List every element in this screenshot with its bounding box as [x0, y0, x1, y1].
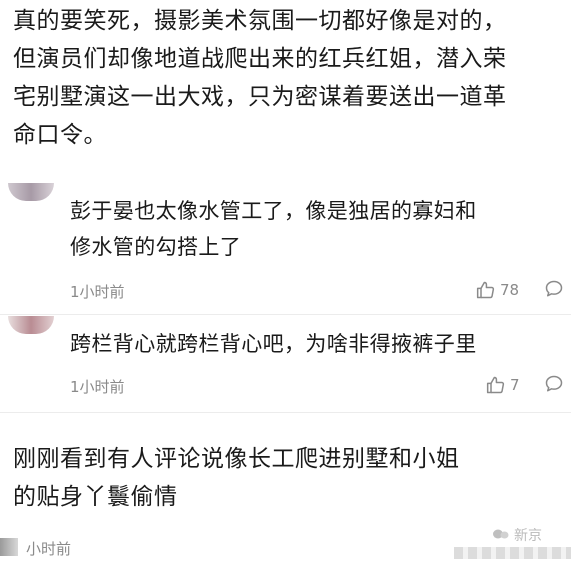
comment-1-like-count: 78: [500, 281, 520, 299]
watermark-bar: [454, 547, 571, 559]
comment-1-divider: [0, 314, 571, 315]
bottom-post-avatar-fragment: [0, 538, 18, 556]
comment-1-like-button[interactable]: 78: [476, 278, 519, 302]
comment-1-reply-button[interactable]: [544, 279, 564, 299]
comment-2-divider: [0, 412, 571, 413]
chat-bubble-icon: [545, 280, 563, 297]
watermark: 新京: [454, 525, 571, 565]
chat-bubble-icon: [545, 375, 563, 392]
comment-2-avatar[interactable]: [8, 316, 54, 334]
thumb-up-icon: [486, 376, 505, 394]
bottom-post-text: 刚刚看到有人评论说像长工爬进别墅和小姐 的贴身丫鬟偷情: [13, 446, 460, 510]
watermark-text: 新京: [514, 528, 542, 544]
comment-1-text: 彭于晏也太像水管工了，像是独居的寡妇和 修水管的勾搭上了: [70, 199, 477, 259]
comment-2-like-count: 7: [510, 376, 520, 394]
watermark-logo-icon: [493, 529, 509, 539]
bottom-post-time: 小时前: [26, 540, 72, 558]
comment-1-avatar[interactable]: [8, 183, 54, 201]
comment-2-text: 跨栏背心就跨栏背心吧，为啥非得掖裤子里: [70, 332, 477, 356]
thumb-up-icon: [476, 281, 495, 299]
comment-2-time: 1小时前: [70, 378, 125, 396]
comment-1-time: 1小时前: [70, 283, 125, 301]
comment-2-like-button[interactable]: 7: [486, 373, 520, 397]
comment-2-reply-button[interactable]: [544, 374, 564, 394]
post-text: 真的要笑死，摄影美术氛围一切都好像是对的， 但演员们却像地道战爬出来的红兵红姐，…: [13, 8, 507, 148]
